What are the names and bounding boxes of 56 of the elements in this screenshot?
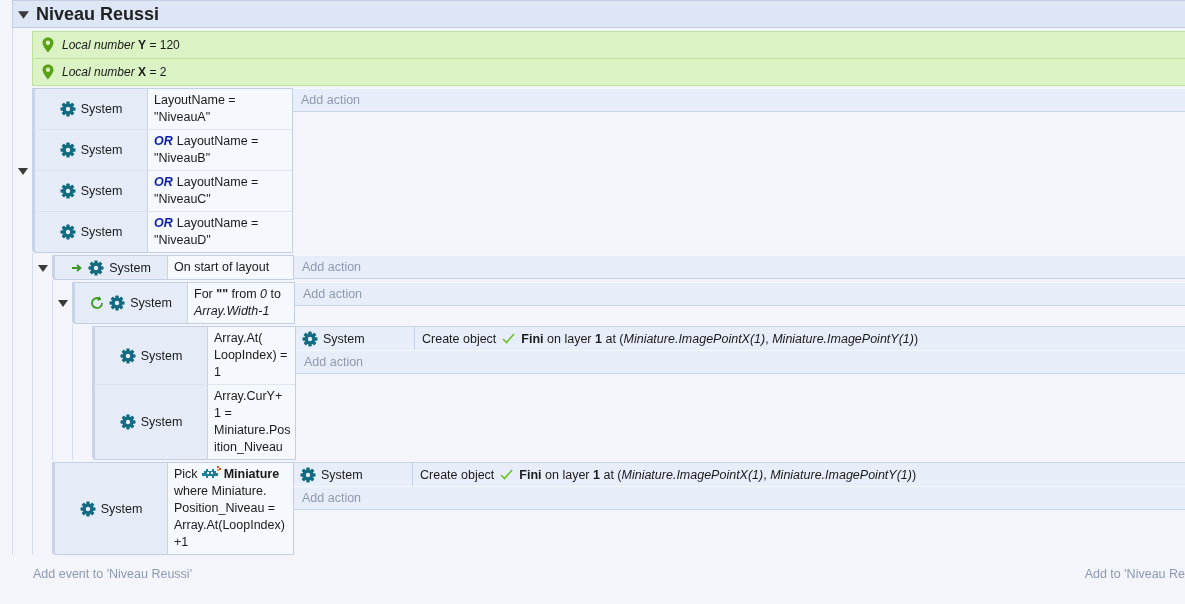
condition-text[interactable]: OR LayoutName = "NiveauB" xyxy=(147,130,292,170)
settings-icon xyxy=(59,224,76,240)
group-header[interactable]: Niveau Reussi xyxy=(12,0,1185,28)
local-variable-row[interactable]: Local number X = 2 xyxy=(32,58,1185,86)
condition-text[interactable]: Array.At( LoopIndex) = 1 xyxy=(207,327,295,384)
event-conditions[interactable]: System Array.At( LoopIndex) = 1 System Array.CurY+ 1 = Miniature.Position_Niveau xyxy=(92,326,296,460)
condition-text[interactable]: Pick Miniature where Miniature. Position_Niveau = Array.At(LoopIndex) +1 xyxy=(167,463,293,554)
object-name: System xyxy=(140,348,183,363)
condition-text[interactable]: OR LayoutName = "NiveauC" xyxy=(147,171,292,211)
event-conditions[interactable]: System Pick Miniature where Miniature. Position_Niveau = Array.At(LoopIndex) +1 xyxy=(52,462,294,555)
event-conditions[interactable]: System For "" from 0 to Array.Width-1 xyxy=(72,282,295,324)
object-name: System xyxy=(80,225,123,239)
object-name: System xyxy=(130,296,172,310)
local-variable-text: Local number Y = 120 xyxy=(62,38,180,52)
object-name: System xyxy=(80,184,123,198)
action-text: Fini on layer 1 at (Miniature.ImagePointX(1), Miniature.ImagePointY(1)) xyxy=(519,467,917,482)
event-conditions[interactable]: System LayoutName = "NiveauA" System OR LayoutName = "NiveauB" System OR LayoutName = "NiveauC" System OR LayoutName = "NiveauD" xyxy=(32,88,293,253)
condition-text[interactable]: For "" from 0 to Array.Width-1 xyxy=(187,283,294,323)
map-pin-icon xyxy=(42,37,54,53)
map-pin-icon xyxy=(42,64,54,80)
object-name: System xyxy=(109,260,151,275)
settings-icon xyxy=(59,142,76,158)
action-row[interactable]: System Create object Fini on layer 1 at (Miniature.ImagePointX(1), Miniature.ImagePointY(1)) xyxy=(296,326,1185,350)
settings-icon xyxy=(119,347,136,364)
settings-icon xyxy=(119,414,136,430)
settings-icon xyxy=(302,330,318,347)
action-text: Fini on layer 1 at (Miniature.ImagePointX(1), Miniature.ImagePointY(1)) xyxy=(521,331,919,346)
event-conditions[interactable]: System On start of layout xyxy=(52,255,294,280)
object-name: System xyxy=(321,467,363,482)
object-name: System xyxy=(80,102,123,116)
group-title: Niveau Reussi xyxy=(36,3,160,25)
local-variable-text: Local number X = 2 xyxy=(62,65,167,79)
settings-icon xyxy=(300,466,316,483)
condition-text[interactable]: Array.CurY+ 1 = Miniature.Position_Niveau xyxy=(207,385,295,459)
expand-toggle-icon[interactable] xyxy=(56,297,69,309)
checkmark-icon xyxy=(502,333,516,344)
local-variable-row[interactable]: Local number Y = 120 xyxy=(32,31,1185,59)
settings-icon xyxy=(59,183,76,199)
settings-icon xyxy=(88,259,105,276)
checkmark-icon xyxy=(500,469,514,480)
condition-text[interactable]: On start of layout xyxy=(167,256,293,279)
object-name: System xyxy=(80,143,123,157)
action-verb: Create object xyxy=(422,331,497,346)
loop-icon xyxy=(90,296,105,310)
object-name: System xyxy=(100,501,143,516)
object-name: System xyxy=(323,331,365,346)
sprite-icon xyxy=(200,466,221,480)
settings-icon xyxy=(109,295,126,311)
action-row[interactable]: System Create object Fini on layer 1 at (Miniature.ImagePointX(1), Miniature.ImagePointY(1)) xyxy=(294,462,1185,486)
right-arrow-icon xyxy=(71,262,84,273)
object-name: System xyxy=(140,415,183,429)
action-verb: Create object xyxy=(420,467,495,482)
settings-icon xyxy=(59,101,76,117)
settings-icon xyxy=(79,500,96,517)
condition-text[interactable]: LayoutName = "NiveauA" xyxy=(147,89,292,129)
condition-text[interactable]: OR LayoutName = "NiveauD" xyxy=(147,212,292,252)
